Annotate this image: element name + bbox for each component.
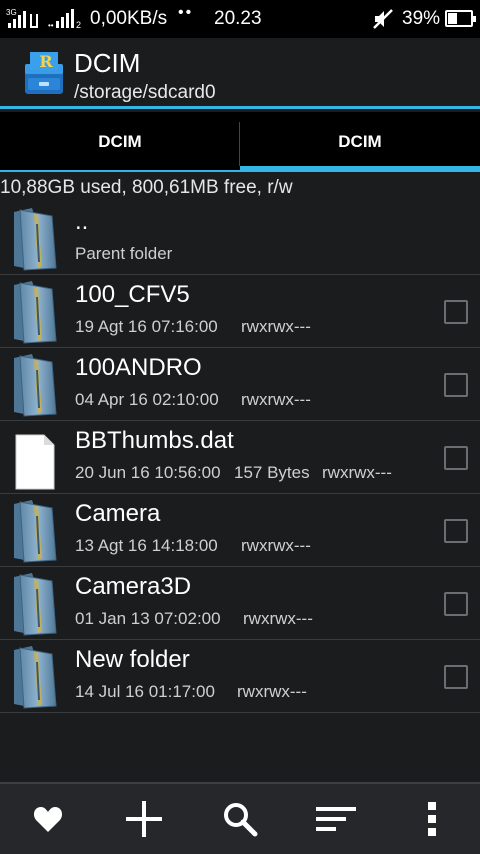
plus-icon[interactable]	[114, 789, 174, 849]
file-date: 13 Agt 16 14:18:00	[75, 536, 218, 555]
list-item[interactable]: Camera 13 Agt 16 14:18:00 rwxrwx---	[0, 494, 480, 567]
file-date: 04 Apr 16 02:10:00	[75, 390, 219, 409]
file-date: 20 Jun 16 10:56:00	[75, 463, 221, 482]
folder-icon	[12, 277, 58, 345]
network-speed: 0,00KB/s	[90, 8, 168, 29]
data-arrows-icon	[30, 14, 38, 28]
tab-divider	[239, 122, 240, 166]
file-name: 100_CFV5	[75, 281, 190, 308]
bottom-action-bar	[0, 782, 480, 854]
page-title: DCIM	[74, 48, 141, 78]
tab-active-indicator	[240, 166, 480, 172]
sort-icon[interactable]	[306, 789, 366, 849]
file-permissions: rwxrwx---	[241, 390, 311, 409]
file-name: New folder	[75, 646, 190, 673]
tab-dcim-1[interactable]: DCIM	[0, 112, 240, 172]
file-meta: Parent folder	[75, 244, 173, 263]
battery-percent: 39%	[402, 8, 441, 29]
list-item[interactable]: Camera3D 01 Jan 13 07:02:00 rwxrwx---	[0, 567, 480, 640]
select-checkbox[interactable]	[444, 300, 468, 324]
file-permissions: rwxrwx---	[243, 609, 313, 628]
file-name: ..	[75, 208, 89, 235]
select-checkbox[interactable]	[444, 373, 468, 397]
signal-icon-sim2: •• 2	[48, 8, 82, 30]
list-item[interactable]: 100ANDRO 04 Apr 16 02:10:00 rwxrwx---	[0, 348, 480, 421]
file-date: 01 Jan 13 07:02:00	[75, 609, 221, 628]
status-bar: 3G •• 2 0,00KB/s •• 20.23 39%	[0, 0, 480, 38]
current-path: /storage/sdcard0	[74, 82, 216, 103]
list-item-parent-folder[interactable]: .. Parent folder	[0, 202, 480, 275]
file-date: 14 Jul 16 01:17:00	[75, 682, 215, 701]
file-name: 100ANDRO	[75, 354, 202, 381]
root-explorer-icon[interactable]: R	[22, 50, 66, 96]
battery-icon	[445, 10, 476, 27]
list-item[interactable]: 100_CFV5 19 Agt 16 07:16:00 rwxrwx---	[0, 275, 480, 348]
tab-dcim-2[interactable]: DCIM	[240, 112, 480, 172]
list-item[interactable]: New folder 14 Jul 16 01:17:00 rwxrwx---	[0, 640, 480, 713]
folder-icon	[12, 642, 58, 710]
storage-info: 10,88GB used, 800,61MB free, r/w	[0, 177, 293, 198]
folder-icon	[12, 569, 58, 637]
select-checkbox[interactable]	[444, 665, 468, 689]
tab-bar: DCIM DCIM	[0, 112, 480, 172]
folder-icon	[12, 496, 58, 564]
tab-base-line	[0, 170, 240, 172]
select-checkbox[interactable]	[444, 592, 468, 616]
sim2-label: 2	[76, 20, 82, 30]
file-name: Camera	[75, 500, 161, 527]
file-name: BBThumbs.dat	[75, 427, 234, 454]
svg-text:R: R	[39, 52, 53, 71]
select-checkbox[interactable]	[444, 446, 468, 470]
file-list: .. Parent folder 100_CFV5 19 Agt 16 07:1…	[0, 202, 480, 713]
file-date: 19 Agt 16 07:16:00	[75, 317, 218, 336]
header-divider	[0, 106, 480, 109]
signal-icon: 3G	[6, 8, 40, 30]
overflow-menu-icon[interactable]	[402, 789, 462, 849]
file-size: 157 Bytes	[234, 463, 310, 482]
search-icon[interactable]	[210, 789, 270, 849]
file-permissions: rwxrwx---	[237, 682, 307, 701]
app-header: R DCIM /storage/sdcard0	[0, 38, 480, 108]
network-type-label: 3G	[6, 8, 17, 17]
heart-icon[interactable]	[18, 789, 78, 849]
select-checkbox[interactable]	[444, 519, 468, 543]
folder-icon	[12, 204, 58, 272]
file-icon	[12, 423, 58, 491]
folder-icon	[12, 350, 58, 418]
file-permissions: rwxrwx---	[241, 536, 311, 555]
file-permissions: rwxrwx---	[241, 317, 311, 336]
mute-icon	[372, 8, 394, 35]
file-name: Camera3D	[75, 573, 192, 600]
file-permissions: rwxrwx---	[322, 463, 392, 482]
clock: 20.23	[214, 8, 262, 29]
list-item[interactable]: BBThumbs.dat 20 Jun 16 10:56:00 157 Byte…	[0, 421, 480, 494]
notification-dots: ••	[178, 4, 194, 21]
